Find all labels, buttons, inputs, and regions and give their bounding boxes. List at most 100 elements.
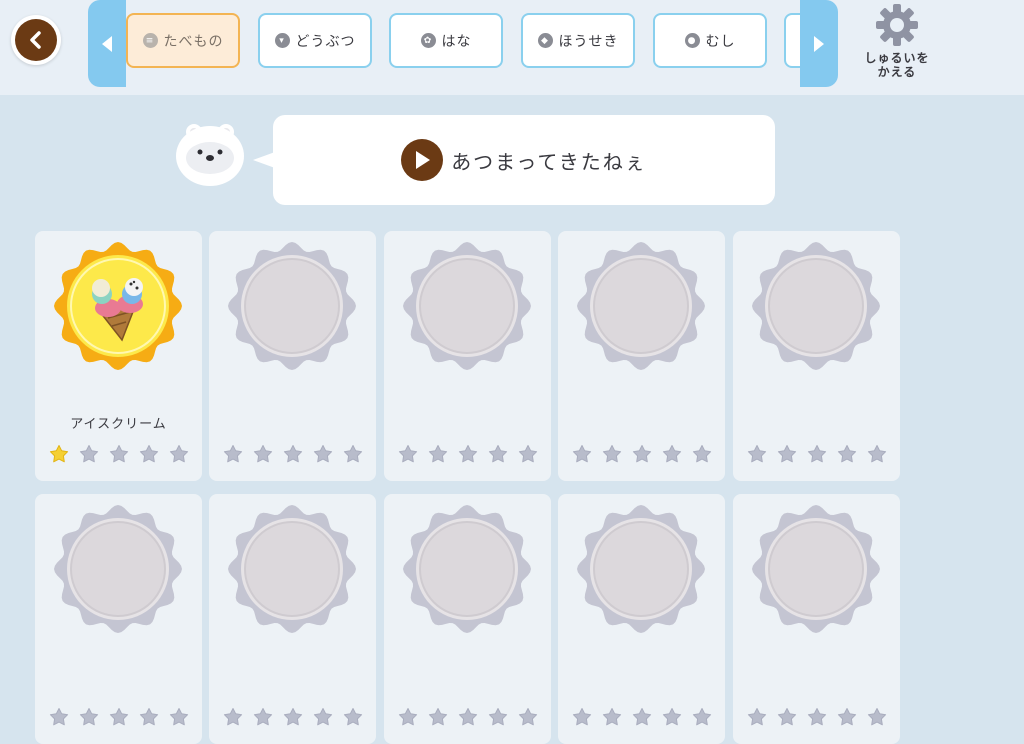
star-empty-icon [79,445,99,463]
star-empty-icon [428,445,448,463]
star-rating [572,444,712,464]
collection-card[interactable] [209,231,376,481]
locked-badge [577,505,705,633]
star-rating [747,707,887,727]
star-empty-icon [283,445,303,463]
bug-icon: ● [684,33,700,48]
star-empty-icon [169,708,189,726]
collection-card[interactable] [209,494,376,744]
speech-bubble: あつまってきたねぇ [273,115,775,205]
star-rating [572,707,712,727]
collection-card[interactable] [384,494,551,744]
star-rating [49,444,189,464]
category-tabs: ≡ たべもの ▾ どうぶつ ✿ はな ◆ ほうせき ● むし [126,0,800,87]
star-empty-icon [837,445,857,463]
scroll-right-button[interactable] [800,0,838,87]
star-empty-icon [602,708,622,726]
change-category-button[interactable]: しゅるいを かえる [852,0,942,90]
star-empty-icon [253,708,273,726]
star-empty-icon [632,708,652,726]
play-voice-button[interactable] [401,139,444,181]
star-empty-icon [572,708,592,726]
collection-card[interactable] [35,494,202,744]
collection-card[interactable] [558,494,725,744]
play-icon [416,151,431,169]
star-empty-icon [867,708,887,726]
star-empty-icon [807,445,827,463]
star-empty-icon [223,708,243,726]
star-empty-icon [662,445,682,463]
locked-badge [403,505,531,633]
tab-animals[interactable]: ▾ どうぶつ [258,13,372,68]
animal-icon: ▾ [274,33,290,48]
locked-badge [752,505,880,633]
star-empty-icon [632,445,652,463]
star-empty-icon [398,708,418,726]
star-empty-icon [139,445,159,463]
collection-card[interactable] [733,231,900,481]
tab-bugs[interactable]: ● むし [653,13,767,68]
star-empty-icon [253,445,273,463]
tab-label: むし [705,33,736,50]
category-bar: ≡ たべもの ▾ どうぶつ ✿ はな ◆ ほうせき ● むし [88,0,838,87]
speech-message: あつまってきたねぇ [451,149,647,174]
star-rating [747,444,887,464]
star-rating [223,444,363,464]
star-empty-icon [169,445,189,463]
scroll-left-button[interactable] [88,0,126,87]
locked-badge [54,505,182,633]
star-empty-icon [747,445,767,463]
star-empty-icon [223,445,243,463]
star-empty-icon [777,708,797,726]
tab-next-partial[interactable] [784,13,800,68]
star-empty-icon [488,445,508,463]
star-empty-icon [867,445,887,463]
star-empty-icon [747,708,767,726]
tab-label: ほうせき [558,33,619,50]
star-rating [398,444,538,464]
back-button[interactable] [11,15,61,65]
star-empty-icon [662,708,682,726]
star-empty-icon [602,445,622,463]
tab-flowers[interactable]: ✿ はな [389,13,503,68]
tab-label: はな [441,33,472,50]
collection-card[interactable] [733,494,900,744]
item-name: アイスクリーム [70,417,167,432]
star-empty-icon [458,708,478,726]
gear-icon [876,4,918,46]
star-empty-icon [109,708,129,726]
label-line-2: かえる [877,65,917,79]
collection-card[interactable]: アイスクリーム [35,231,202,481]
collection-card[interactable] [384,231,551,481]
star-empty-icon [313,445,333,463]
star-empty-icon [343,445,363,463]
arrow-left-icon [102,35,112,52]
tab-label: どうぶつ [295,33,356,50]
star-empty-icon [283,708,303,726]
food-icon: ≡ [142,33,158,48]
star-empty-icon [458,445,478,463]
star-empty-icon [343,708,363,726]
tab-food[interactable]: ≡ たべもの [126,13,240,68]
star-empty-icon [518,445,538,463]
star-empty-icon [49,708,69,726]
star-empty-icon [692,708,712,726]
change-category-label: しゅるいを かえる [864,51,929,79]
star-empty-icon [572,445,592,463]
star-empty-icon [488,708,508,726]
star-filled-icon [49,445,69,463]
collection-card[interactable] [558,231,725,481]
tab-gems[interactable]: ◆ ほうせき [521,13,635,68]
star-empty-icon [398,445,418,463]
star-empty-icon [79,708,99,726]
locked-badge [752,242,880,370]
locked-badge [228,242,356,370]
star-empty-icon [428,708,448,726]
flower-icon: ✿ [420,33,436,48]
speech-bubble-tail [253,152,275,168]
locked-badge [228,505,356,633]
star-rating [398,707,538,727]
star-rating [223,707,363,727]
arrow-right-icon [814,35,824,52]
polar-bear-mascot [174,122,246,188]
